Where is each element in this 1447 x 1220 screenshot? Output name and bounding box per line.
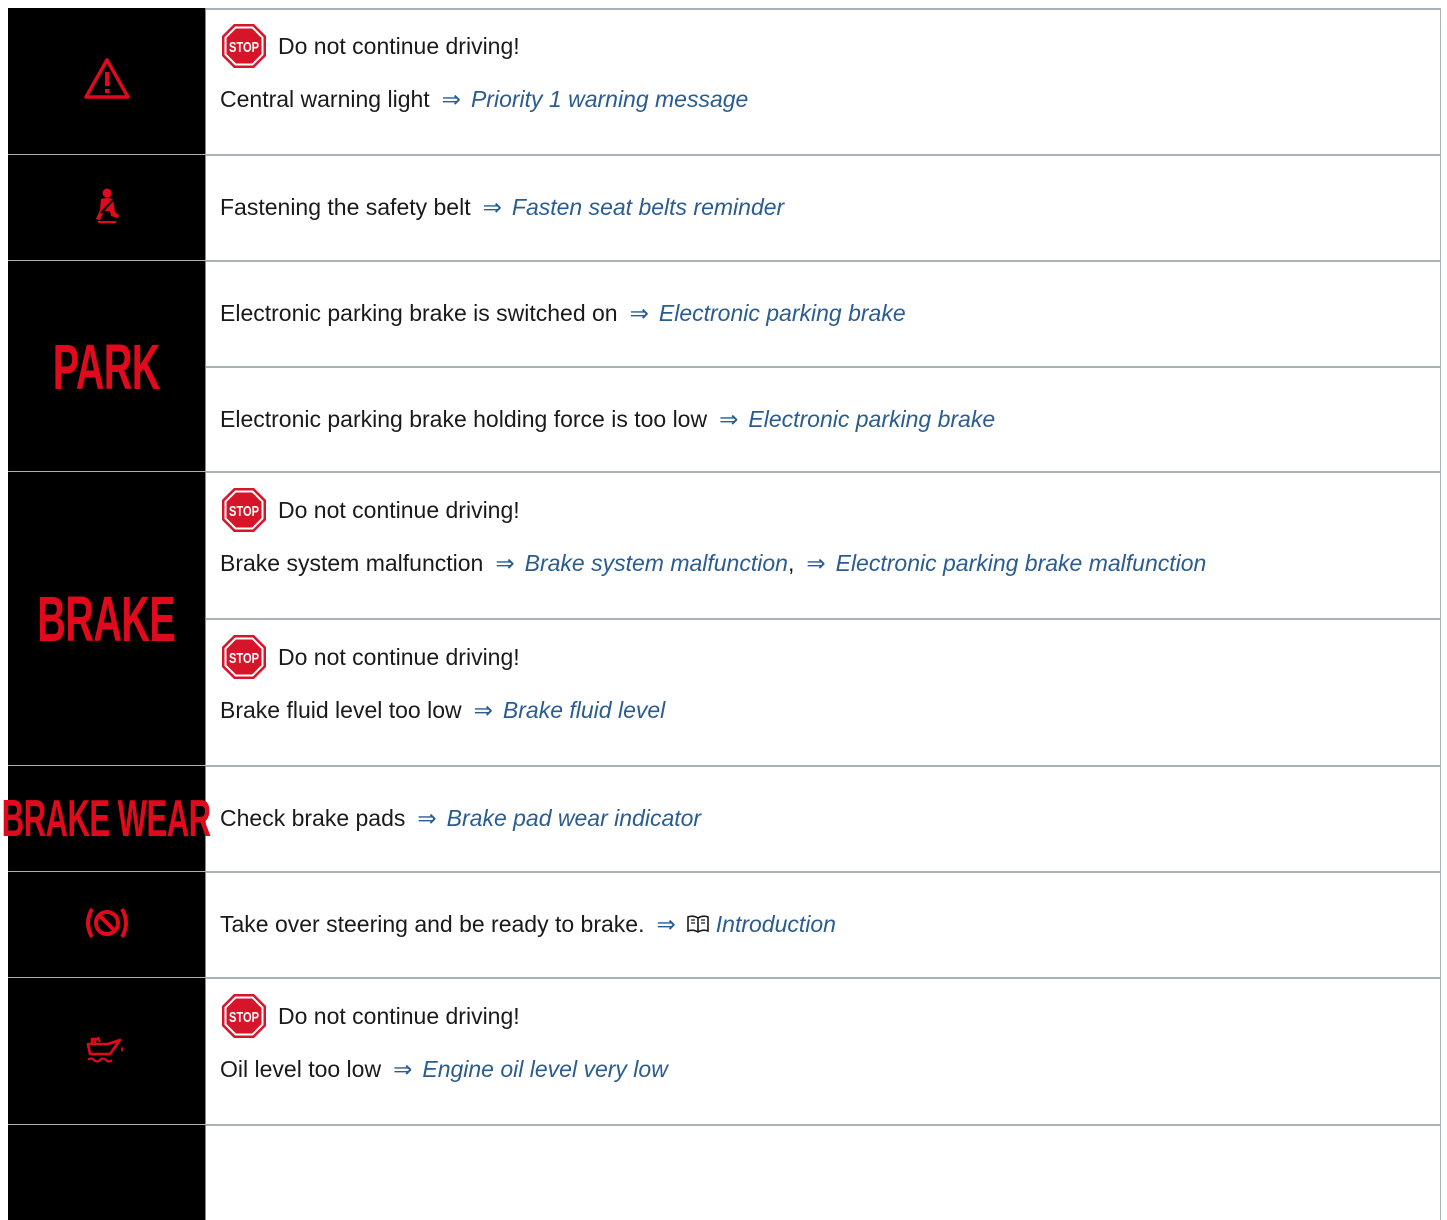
stop-sign-text: STOP (229, 503, 259, 520)
warning-lights-table: STOP Do not continue driving! Central warn… (2, 8, 1441, 1220)
description-line: Check brake pads ⇒ Brake pad wear indicato… (220, 803, 701, 833)
stop-warning-text: Do not continue driving! (278, 643, 520, 670)
icon-cell: BRAKE (8, 472, 206, 766)
description-cell: Take over steering and be ready to brake… (206, 872, 1441, 978)
cross-reference-link[interactable]: Electronic parking brake (659, 300, 906, 326)
stop-line: STOP Do not continue driving! (220, 487, 520, 532)
sub-row-divider (206, 618, 1441, 620)
description-line: Fastening the safety belt ⇒ Fasten seat be… (220, 192, 784, 222)
oil-can-icon (86, 1032, 128, 1071)
cross-reference-link[interactable]: Electronic parking brake malfunction (836, 550, 1207, 576)
description-entry: STOP Do not continue driving! Central warn… (206, 8, 1440, 155)
stop-sign-icon: STOP (220, 486, 268, 534)
description-text: Electronic parking brake is switched on (220, 300, 618, 326)
icon-cell (8, 155, 206, 261)
arrow-icon: ⇒ (482, 194, 502, 220)
description-text: Take over steering and be ready to brake… (220, 911, 645, 937)
stop-line: STOP Do not continue driving! (220, 993, 520, 1038)
icon-cell (8, 872, 206, 978)
description-line: Electronic parking brake is switched on ⇒… (220, 298, 906, 328)
description-entry: Electronic parking brake is switched on ⇒… (206, 261, 1440, 367)
description-entry: Check brake pads ⇒ Brake pad wear indicato… (206, 766, 1440, 872)
arrow-icon: ⇒ (495, 549, 515, 576)
description-text: Check brake pads (220, 805, 406, 831)
stop-line: STOP Do not continue driving! (220, 634, 520, 679)
stop-sign-icon: STOP (220, 22, 268, 70)
description-text: Brake system malfunction (220, 549, 484, 576)
description-cell: Fastening the safety belt ⇒ Fasten seat be… (206, 155, 1441, 261)
description-line: Oil level too low ⇒ Engine oil level very … (220, 1054, 668, 1084)
description-cell: Check brake pads ⇒ Brake pad wear indicato… (206, 766, 1441, 872)
description-line: Brake system malfunction ⇒ Brake system ma… (220, 548, 1206, 578)
cross-reference-link[interactable]: Brake pad wear indicator (447, 805, 701, 831)
description-entry: Electronic parking brake holding force i… (206, 367, 1440, 472)
icon-cell: BRAKE WEAR (2, 766, 212, 872)
cross-reference-link[interactable]: Engine oil level very low (422, 1056, 667, 1082)
arrow-icon: ⇒ (417, 805, 437, 831)
description-line: Take over steering and be ready to brake… (220, 909, 836, 939)
description-text: Fastening the safety belt (220, 194, 471, 220)
arrow-icon: ⇒ (806, 549, 826, 576)
description-text: Central warning light (220, 85, 430, 112)
description-cell (206, 1125, 1441, 1220)
cross-reference-link[interactable]: Brake system malfunction (525, 550, 788, 576)
stop-sign-text: STOP (229, 650, 259, 667)
cross-reference-link[interactable]: Brake fluid level (503, 697, 665, 723)
description-entry: STOP Do not continue driving! Brake system… (206, 472, 1440, 619)
brake-wear-icon: BRAKE WEAR (2, 790, 212, 848)
park-icon: PARK (52, 330, 161, 403)
arrow-icon: ⇒ (393, 1055, 413, 1082)
cross-reference-link[interactable]: Fasten seat belts reminder (512, 194, 784, 220)
sub-row-divider (206, 366, 1441, 368)
icon-cell: PARK (8, 261, 206, 472)
stop-warning-text: Do not continue driving! (278, 1002, 520, 1029)
stop-warning-text: Do not continue driving! (278, 496, 520, 523)
description-text: Electronic parking brake holding force i… (220, 405, 708, 432)
description-cell: STOP Do not continue driving! Oil level to… (206, 978, 1441, 1125)
stop-sign-icon: STOP (220, 992, 268, 1040)
steering-brake-icon (83, 903, 131, 948)
description-line: Central warning light ⇒ Priority 1 warning… (220, 84, 748, 114)
stop-sign-text: STOP (229, 39, 259, 56)
cross-reference-link[interactable]: Electronic parking brake (748, 406, 995, 432)
arrow-icon: ⇒ (473, 696, 493, 723)
seat-belt-icon (92, 188, 122, 229)
icon-cell (8, 1125, 206, 1220)
description-text: Brake fluid level too low (220, 696, 462, 723)
description-entry: STOP Do not continue driving! Oil level to… (206, 978, 1440, 1125)
description-text: Oil level too low (220, 1055, 382, 1082)
description-entry: Take over steering and be ready to brake… (206, 872, 1440, 978)
arrow-icon: ⇒ (441, 85, 461, 112)
stop-line: STOP Do not continue driving! (220, 23, 520, 68)
cross-reference-link[interactable]: Priority 1 warning message (471, 86, 748, 112)
stop-sign-text: STOP (229, 1009, 259, 1026)
stop-warning-text: Do not continue driving! (278, 32, 520, 59)
description-entry: STOP Do not continue driving! Brake fluid … (206, 619, 1440, 766)
separator-comma: , (787, 549, 795, 576)
icon-cell (8, 978, 206, 1125)
stop-sign-icon: STOP (220, 633, 268, 681)
central-warning-icon (83, 57, 131, 106)
description-cell: STOP Do not continue driving! Central warn… (206, 8, 1441, 155)
icon-cell (8, 8, 206, 155)
cross-reference-link[interactable]: Introduction (716, 911, 836, 937)
description-line: Electronic parking brake holding force i… (220, 404, 995, 434)
arrow-icon: ⇒ (629, 300, 649, 326)
description-entry: Fastening the safety belt ⇒ Fasten seat be… (206, 155, 1440, 261)
arrow-icon: ⇒ (656, 911, 676, 937)
arrow-icon: ⇒ (719, 405, 739, 432)
book-icon (686, 911, 710, 941)
brake-icon: BRAKE (37, 583, 177, 655)
description-line: Brake fluid level too low ⇒ Brake fluid le… (220, 695, 665, 725)
